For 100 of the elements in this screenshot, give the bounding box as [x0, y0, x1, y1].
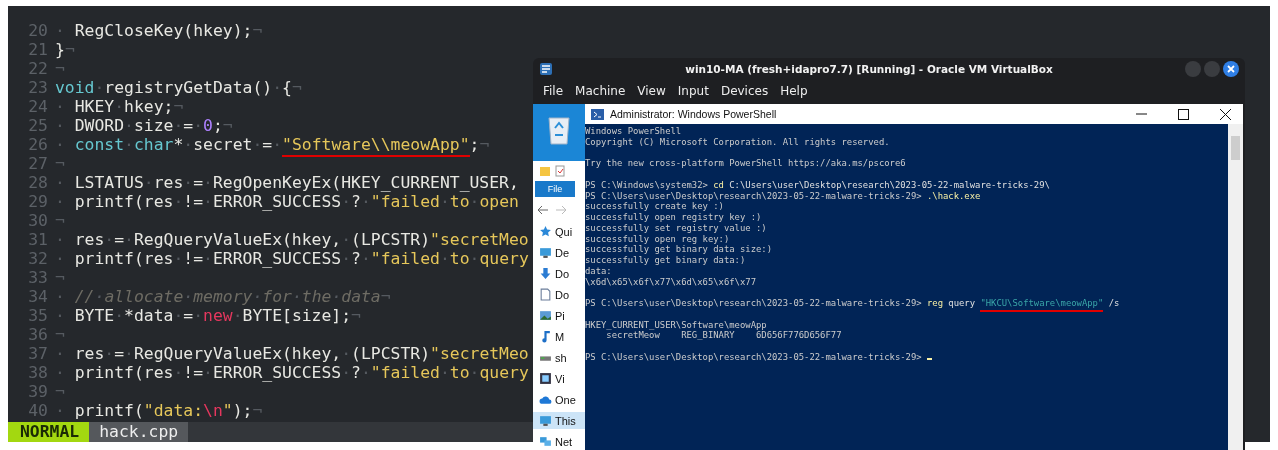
- terminal-line: secretMeow REG_BINARY 6D656F776D656F77: [605, 330, 842, 341]
- mode-indicator: NORMAL: [8, 422, 90, 442]
- terminal-line: PS C:\Windows\system32> cd C:\Users\user\Desktop\research\2023-05-22-malware-tricks-29\: [585, 179, 1050, 190]
- maximize-icon[interactable]: [1177, 108, 1189, 120]
- code-line: · printf(res·!=·ERROR_SUCCESS·?·"failed·to·query: [55, 363, 529, 382]
- code-line: ¬: [55, 382, 65, 401]
- terminal-line: Windows PowerShell: [585, 126, 682, 136]
- line-number: 23: [27, 78, 48, 97]
- app-icon: [539, 62, 553, 76]
- line-number: 22: [27, 59, 48, 78]
- checklist-icon[interactable]: [554, 165, 566, 177]
- line-number: 39: [27, 382, 48, 401]
- code-line: · HKEY·hkey;¬: [55, 97, 184, 116]
- code-line: · BYTE·*data·=·new·BYTE[size];¬: [55, 306, 361, 325]
- file-name: hack.cpp: [89, 422, 189, 442]
- menu-item[interactable]: View: [631, 84, 672, 98]
- code-line: void·registryGetData()·{¬: [55, 78, 302, 97]
- terminal-line: successfully get binary data size:): [585, 244, 772, 255]
- terminal-line: Try the new cross-platform PowerShell https://aka.ms/pscore6: [585, 158, 906, 169]
- terminal-line: successfully open reg key:): [585, 233, 730, 244]
- code-line: ¬: [55, 154, 65, 173]
- nav-pane-item[interactable]: Net: [533, 433, 585, 450]
- code-line: · printf(res·!=·ERROR_SUCCESS·?·"failed·to·open: [55, 192, 519, 211]
- terminal-line: successfully set registry value :): [585, 222, 767, 233]
- ribbon-tab[interactable]: File: [535, 181, 575, 197]
- terminal-line: PS C:\Users\user\Desktop\research\2023-05-22-malware-tricks-29> .\hack.exe: [585, 190, 981, 201]
- network-icon: [539, 435, 552, 448]
- nav-pane-item[interactable]: De: [533, 244, 585, 261]
- code-line: }¬: [55, 40, 75, 59]
- code-line: ¬: [55, 211, 65, 230]
- line-number: 35: [27, 306, 48, 325]
- nav-pane-item[interactable]: M: [533, 328, 585, 345]
- picture-icon: [539, 309, 552, 322]
- window-title: win10-MA (fresh+idapro7.7) [Running] - Oracle VM VirtualBox: [684, 63, 1054, 75]
- code-line: ¬: [55, 59, 65, 78]
- menu-item[interactable]: Devices: [714, 84, 775, 98]
- nav-pane-item[interactable]: This: [533, 412, 585, 429]
- nav-pane-item[interactable]: Do: [533, 265, 585, 282]
- line-number: 34: [27, 287, 48, 306]
- code-line: · LSTATUS·res·=·RegOpenKeyEx(HKEY_CURRENT_USER,: [55, 173, 519, 192]
- nav-pane-item[interactable]: Vi: [533, 370, 585, 387]
- terminal-line: \x6d\x65\x6f\x77\x6d\x65\x6f\x77: [585, 276, 756, 287]
- code-line: · printf(res·!=·ERROR_SUCCESS·?·"failed·to·query: [55, 249, 529, 268]
- line-number: 40: [27, 401, 48, 420]
- code-line: · res·=·RegQueryValueEx(hkey,·(LPCSTR)"secretMeo: [55, 230, 529, 249]
- menu-item[interactable]: Machine: [569, 84, 632, 98]
- window-title: Administrator: Windows PowerShell: [610, 108, 778, 120]
- cloud-icon: [539, 393, 552, 406]
- nav-pane-item[interactable]: sh: [533, 349, 585, 366]
- close-icon[interactable]: [1219, 108, 1231, 120]
- arrow-down-icon: [539, 267, 552, 280]
- terminal-line: PS C:\Users\user\Desktop\research\2023-05-22-malware-tricks-29> reg query "HKCU\Software\meowApp" /s: [585, 298, 1120, 312]
- film-icon: [539, 372, 552, 385]
- menu-item[interactable]: Help: [774, 84, 814, 98]
- line-number: 24: [27, 97, 48, 116]
- scrollbar[interactable]: [1228, 124, 1243, 450]
- back-arrow-icon[interactable]: [537, 205, 549, 215]
- minimize-icon[interactable]: [1135, 113, 1147, 115]
- line-number: 31: [27, 230, 48, 249]
- line-number: 32: [27, 249, 48, 268]
- menu-item[interactable]: Input: [671, 84, 715, 98]
- line-number: 21: [27, 40, 48, 59]
- line-number: 20: [27, 21, 48, 40]
- line-number: 30: [27, 211, 48, 230]
- line-number: 28: [27, 173, 48, 192]
- line-number: 27: [27, 154, 48, 173]
- nav-pane-item[interactable]: One: [533, 391, 585, 408]
- code-line: · //·allocate·memory·for·the·data¬: [55, 287, 391, 306]
- line-number: 37: [27, 344, 48, 363]
- code-line: · DWORD·size·=·0;¬: [55, 116, 233, 135]
- terminal-line: successfully get binary data:): [585, 255, 746, 265]
- line-number: 29: [27, 192, 48, 211]
- terminal-line: HKEY_CURRENT_USER\Software\meowApp: [585, 319, 767, 330]
- nav-pane-item[interactable]: Do: [533, 286, 585, 303]
- code-line: ¬: [55, 268, 65, 287]
- code-line: · printf("data:\n");¬: [55, 401, 263, 420]
- nav-pane-item[interactable]: Pi: [533, 307, 585, 324]
- document-icon: [539, 288, 552, 301]
- terminal-line: successfully create key :): [585, 201, 724, 212]
- monitor-icon: [539, 246, 552, 259]
- powershell-icon: [591, 108, 604, 120]
- star-icon: [539, 225, 552, 238]
- terminal-line: data:: [585, 265, 612, 276]
- code-line: · res·=·RegQueryValueEx(hkey,·(LPCSTR)"secretMeo: [55, 344, 529, 363]
- terminal-line: Copyright (C) Microsoft Corporation. All rights reserved.: [585, 136, 890, 147]
- forward-arrow-icon[interactable]: [555, 205, 567, 215]
- terminal-line: successfully open registry key :): [585, 212, 762, 222]
- code-line: ¬: [55, 325, 65, 344]
- close-button[interactable]: [1223, 61, 1239, 77]
- line-number: 33: [27, 268, 48, 287]
- line-number: 36: [27, 325, 48, 344]
- code-line: · const·char*·secret·=·"Software\\meowApp";¬: [55, 135, 490, 154]
- line-number: 25: [27, 116, 48, 135]
- menu-item[interactable]: File: [537, 84, 570, 98]
- terminal-line: PS C:\Users\user\Desktop\research\2023-05-22-malware-tricks-29>: [585, 351, 923, 362]
- monitor-icon: [539, 414, 552, 427]
- line-number: 38: [27, 363, 48, 382]
- code-line: · RegCloseKey(hkey);¬: [55, 21, 263, 40]
- line-number: 26: [27, 135, 48, 154]
- nav-pane-item[interactable]: Qui: [533, 223, 585, 240]
